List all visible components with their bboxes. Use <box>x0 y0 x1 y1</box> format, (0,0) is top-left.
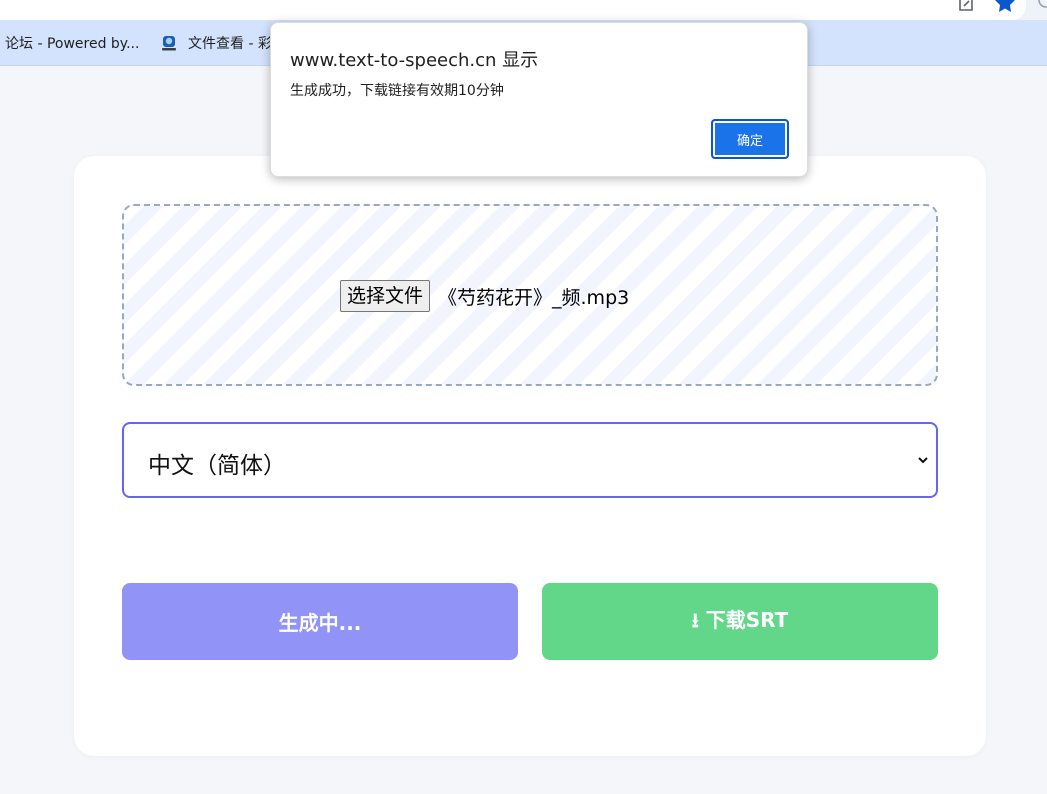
drive-icon <box>161 35 177 51</box>
bookmark-file-viewer[interactable]: 文件查看 - 彩 <box>161 32 272 54</box>
generate-button[interactable]: 生成中... <box>122 583 518 660</box>
alert-dialog: www.text-to-speech.cn 显示 生成成功，下载链接有效期10分… <box>270 22 808 177</box>
bookmark-label: 论坛 - Powered by... <box>5 36 140 52</box>
alert-message: 生成成功，下载链接有效期10分钟 <box>290 83 504 99</box>
selected-file-name: 《芍药花开》_频.mp3 <box>438 286 630 309</box>
profile-icon[interactable] <box>1036 0 1047 14</box>
share-icon[interactable] <box>955 0 977 14</box>
chevron-down-icon <box>916 452 930 466</box>
file-dropzone[interactable]: 选择文件 《芍药花开》_频.mp3 <box>122 204 938 386</box>
language-select[interactable]: 中文（简体） <box>122 422 938 498</box>
file-input[interactable]: 选择文件 《芍药花开》_频.mp3 <box>340 280 629 312</box>
download-srt-button[interactable]: ⭳ 下载SRT <box>542 583 938 660</box>
download-srt-button-label: ⭳ 下载SRT <box>691 607 789 632</box>
bookmark-label: 文件查看 - 彩 <box>188 36 272 52</box>
address-bar-end[interactable] <box>0 0 1026 20</box>
browser-top-strip <box>0 0 1047 20</box>
alert-ok-button[interactable]: 确定 <box>711 119 789 159</box>
main-card: 选择文件 《芍药花开》_频.mp3 中文（简体） 生成中... ⭳ 下载SRT <box>74 156 986 756</box>
generate-button-label: 生成中... <box>278 611 362 635</box>
language-select-value: 中文（简体） <box>148 453 286 479</box>
choose-file-button[interactable]: 选择文件 <box>340 280 431 312</box>
alert-title: www.text-to-speech.cn 显示 <box>290 50 539 71</box>
bookmark-forum[interactable]: 论坛 - Powered by... <box>5 32 139 54</box>
bookmark-star-icon[interactable] <box>994 0 1016 14</box>
